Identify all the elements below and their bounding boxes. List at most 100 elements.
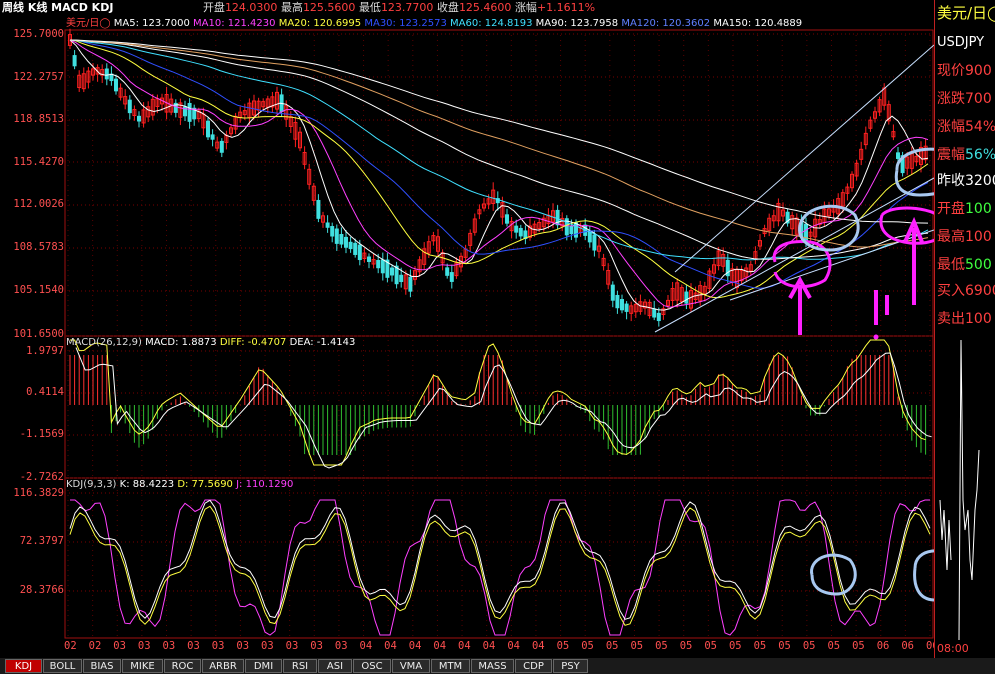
quote-row-value: 700 — [965, 91, 992, 107]
candle-body — [592, 234, 597, 251]
quote-open: 开盘124.0300 — [202, 1, 278, 14]
quote-row-value: 900 — [965, 63, 992, 79]
quote-row-7: 最低500 — [937, 256, 992, 274]
candle-body — [449, 272, 454, 282]
kdj-tick: 116.3829 — [13, 487, 64, 499]
ma60-value: MA60: 124.8193 — [450, 18, 533, 29]
candle-body — [330, 226, 335, 237]
candle-body — [408, 276, 413, 292]
quote-row-1: 涨跌700 — [937, 90, 992, 108]
d-value: D: 77.5690 — [177, 479, 233, 490]
candle-body — [127, 99, 132, 114]
candle-body — [357, 244, 362, 261]
kdj-label: KDJ(9,3,3) — [66, 479, 117, 490]
candle-body — [104, 68, 109, 80]
candle-body — [620, 299, 624, 311]
ma150-value: MA150: 120.4889 — [713, 18, 803, 29]
k-value: K: 88.4223 — [119, 479, 175, 490]
candle-body — [348, 241, 353, 250]
chart-title: 周线 K线 MACD KDJ — [2, 1, 114, 14]
candle-body — [615, 294, 620, 309]
quote-row-label: 最高 — [937, 229, 965, 245]
ma90-value: MA90: 123.7958 — [535, 18, 619, 29]
ma120-line — [69, 39, 929, 248]
macd-legend: MACD(26,12,9) MACD: 1.8873 DIFF: -0.4707… — [66, 337, 355, 349]
tab-mass[interactable]: MASS — [471, 659, 514, 673]
kdj-tick: 28.3766 — [19, 584, 64, 596]
quote-row-label: 现价 — [937, 63, 965, 79]
candle-body — [114, 78, 118, 92]
quote-row-label: 开盘 — [937, 201, 965, 217]
candle-body — [376, 259, 381, 269]
kdj-legend: KDJ(9,3,3) K: 88.4223 D: 77.5690 J: 110.… — [66, 479, 293, 491]
annotation-exclaim — [874, 290, 889, 325]
time-label: 08:00 — [937, 642, 969, 655]
tab-dmi[interactable]: DMI — [245, 659, 282, 673]
chart-grid — [64, 29, 934, 639]
candle-body — [325, 222, 330, 228]
price-tick: 108.5783 — [13, 241, 64, 253]
quote-row-value: 3200 — [965, 173, 995, 189]
candle-body — [339, 233, 344, 245]
candle-body — [334, 228, 339, 244]
quote-row-9: 卖出100 — [937, 310, 992, 328]
j-value: J: 110.1290 — [236, 479, 294, 490]
ma5-value: MA5: 123.7000 — [113, 18, 190, 29]
macd-value: MACD: 1.8873 — [145, 337, 217, 348]
tab-arbr[interactable]: ARBR — [202, 659, 244, 673]
macd-panel — [69, 339, 932, 469]
tab-osc[interactable]: OSC — [353, 659, 391, 673]
quote-row-value: 56% — [965, 147, 995, 163]
annotation-circle-blue-4 — [913, 549, 934, 602]
candle-body — [574, 222, 578, 238]
candle-body — [445, 267, 450, 276]
tab-psy[interactable]: PSY — [553, 659, 588, 673]
quote-row-2: 涨幅54% — [937, 118, 995, 136]
quote-row-label: 买入 — [937, 283, 965, 299]
candle-body — [206, 120, 210, 138]
annotation-arrow-1 — [788, 275, 812, 335]
price-tick: 115.4270 — [13, 156, 64, 168]
tab-bias[interactable]: BIAS — [83, 659, 121, 673]
kdj-frame — [64, 477, 934, 639]
tab-mike[interactable]: MIKE — [122, 659, 163, 673]
ma150-line — [69, 39, 929, 224]
title-bar: 周线 K线 MACD KDJ 开盘124.0300 最高125.5600 最低1… — [0, 0, 995, 16]
candle-body — [137, 115, 141, 122]
candle-body — [72, 55, 77, 67]
dea-line — [75, 347, 932, 469]
kdj-tick: 72.3797 — [19, 535, 64, 547]
quote-close: 收盘125.4600 — [436, 1, 512, 14]
quote-row-value: 100 — [965, 311, 992, 327]
ma10-value: MA10: 121.4230 — [193, 18, 276, 29]
candle-body — [344, 236, 348, 248]
price-frame — [64, 29, 934, 337]
quote-row-0: 现价900 — [937, 62, 992, 80]
quote-row-4: 昨收3200 — [937, 172, 995, 190]
diff-value: DIFF: -0.4707 — [219, 337, 287, 348]
tab-boll[interactable]: BOLL — [43, 659, 82, 673]
tab-cdp[interactable]: CDP — [515, 659, 552, 673]
quote-low: 最低123.7700 — [358, 1, 434, 14]
candle-body — [219, 140, 224, 153]
quote-row-6: 最高100 — [937, 228, 992, 246]
price-tick: 101.6500 — [13, 328, 64, 340]
tab-mtm[interactable]: MTM — [431, 659, 470, 673]
tab-vma[interactable]: VMA — [392, 659, 430, 673]
tab-rsi[interactable]: RSI — [283, 659, 317, 673]
tick-sparkline — [939, 339, 980, 641]
ma10-line — [69, 39, 929, 308]
quote-high: 最高125.5600 — [280, 1, 356, 14]
annotation-exclaim-dot — [873, 334, 879, 340]
tab-kdj[interactable]: KDJ — [5, 659, 42, 673]
quote-row-label: 卖出 — [937, 311, 965, 327]
quote-row-8: 买入6900 — [937, 282, 995, 300]
ma30-value: MA30: 123.2573 — [364, 18, 447, 29]
ma-legend: 美元/日◯ MA5: 123.7000 MA10: 121.4230 MA20:… — [66, 18, 802, 30]
quote-row-label: 昨收 — [937, 173, 965, 189]
ma5-line — [69, 39, 929, 311]
annotations — [772, 147, 934, 602]
dea-value: DEA: -1.4143 — [289, 337, 356, 348]
tab-roc[interactable]: ROC — [164, 659, 201, 673]
tab-asi[interactable]: ASI — [318, 659, 352, 673]
